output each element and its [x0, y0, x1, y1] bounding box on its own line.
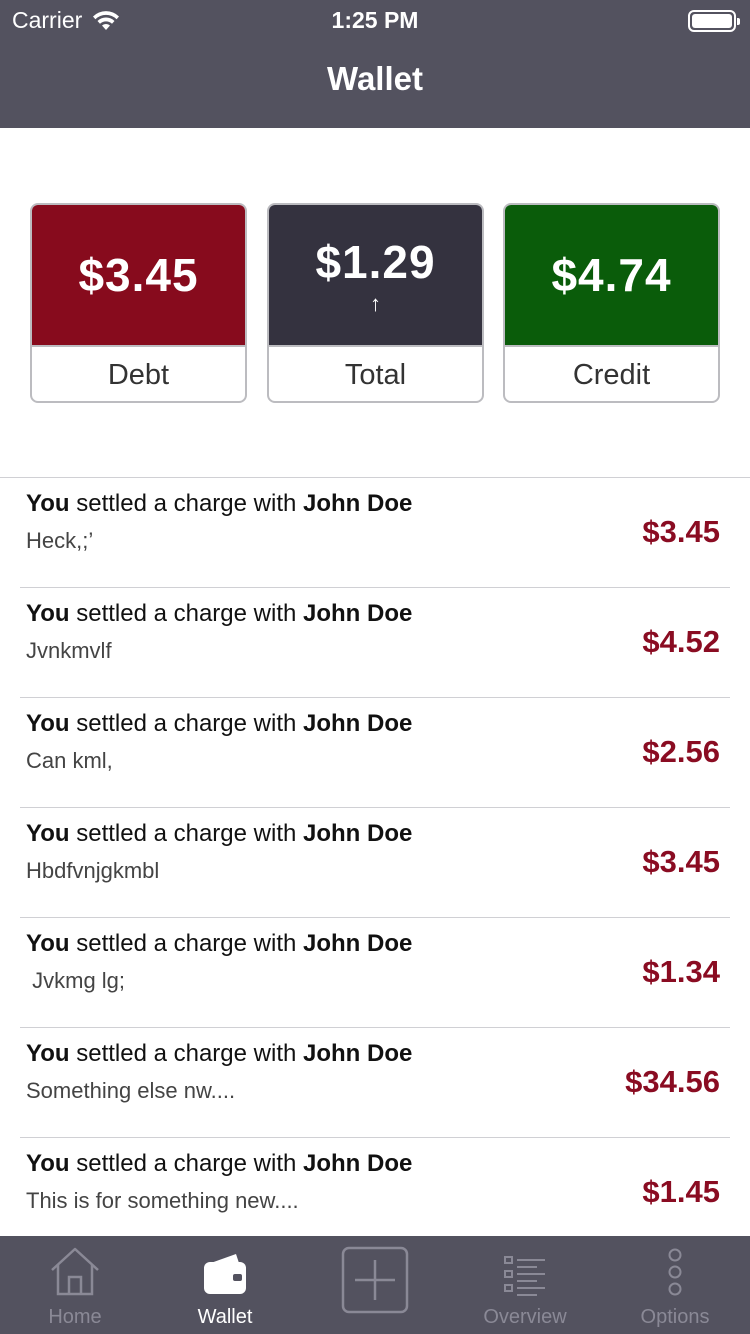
transaction-party: John Doe — [303, 490, 413, 517]
list-icon — [504, 1256, 545, 1296]
transaction-description: You settled a charge with John Doe — [26, 930, 412, 958]
transaction-note: Jvnkmvlf — [26, 638, 112, 663]
transaction-action: settled a charge with — [69, 930, 304, 957]
credit-amount: $4.74 — [551, 249, 672, 301]
transaction-party: John Doe — [303, 1150, 413, 1177]
summary-cards: $3.45 Debt $1.29 ↑ Total $4.74 Credit — [30, 203, 720, 403]
tab-bar: Home Wallet Overview Options — [0, 1236, 750, 1334]
home-icon — [51, 1247, 99, 1296]
transaction-amount: $2.56 — [642, 734, 720, 769]
transaction-description: You settled a charge with John Doe — [26, 820, 412, 848]
transaction-amount: $3.45 — [642, 514, 720, 549]
more-icon — [668, 1248, 682, 1296]
transaction-note: Jvkmg lg; — [26, 968, 126, 993]
transaction-amount: $4.52 — [642, 624, 720, 659]
transaction-actor: You — [26, 600, 70, 627]
battery-icon — [688, 10, 740, 32]
status-bar: Carrier 1:25 PM — [0, 0, 750, 40]
transaction-note: Hbdfvnjgkmbl — [26, 858, 160, 883]
list-item[interactable]: You settled a charge with John Doe Hbdfv… — [20, 808, 730, 918]
transaction-list: You settled a charge with John Doe Heck,… — [0, 477, 750, 1248]
transaction-note: Something else nw.... — [26, 1078, 236, 1103]
tab-home-label: Home — [48, 1306, 102, 1328]
transaction-actor: You — [26, 490, 70, 517]
transaction-action: settled a charge with — [69, 820, 304, 847]
page-title: Wallet — [327, 60, 423, 97]
transaction-party: John Doe — [303, 820, 413, 847]
status-time: 1:25 PM — [331, 7, 419, 33]
total-card[interactable]: $1.29 ↑ Total — [267, 203, 484, 403]
arrow-up-icon: ↑ — [370, 291, 381, 316]
transaction-party: John Doe — [303, 600, 413, 627]
transaction-actor: You — [26, 710, 70, 737]
list-item[interactable]: You settled a charge with John Doe Jvnkm… — [20, 588, 730, 698]
transaction-party: John Doe — [303, 1040, 413, 1067]
total-amount: $1.29 — [315, 236, 436, 288]
transaction-actor: You — [26, 1040, 70, 1067]
credit-amount-area: $4.74 — [505, 205, 718, 345]
transaction-amount: $1.34 — [642, 954, 720, 989]
transaction-actor: You — [26, 820, 70, 847]
transaction-actor: You — [26, 1150, 70, 1177]
list-item[interactable]: You settled a charge with John Doe This … — [20, 1138, 730, 1248]
transaction-amount: $1.45 — [642, 1174, 720, 1209]
transaction-action: settled a charge with — [69, 710, 304, 737]
debt-amount-area: $3.45 — [32, 205, 245, 345]
credit-label: Credit — [505, 345, 718, 401]
transaction-description: You settled a charge with John Doe — [26, 1040, 412, 1068]
transaction-note: Can kml, — [26, 748, 113, 773]
tab-options-label: Options — [640, 1306, 710, 1328]
transaction-amount: $34.56 — [625, 1064, 720, 1099]
transaction-note: Heck,;’ — [26, 528, 94, 553]
tab-options[interactable]: Options — [625, 1236, 725, 1334]
total-label: Total — [269, 345, 482, 401]
credit-card[interactable]: $4.74 Credit — [503, 203, 720, 403]
transaction-party: John Doe — [303, 930, 413, 957]
transaction-note: This is for something new.... — [26, 1188, 299, 1213]
transaction-actor: You — [26, 930, 70, 957]
transaction-action: settled a charge with — [69, 1040, 304, 1067]
transaction-action: settled a charge with — [69, 600, 304, 627]
transaction-description: You settled a charge with John Doe — [26, 1150, 412, 1178]
add-icon — [341, 1246, 409, 1314]
tab-overview-label: Overview — [483, 1306, 567, 1328]
list-item[interactable]: You settled a charge with John Doe Somet… — [20, 1028, 730, 1138]
transaction-description: You settled a charge with John Doe — [26, 490, 412, 518]
wallet-icon — [204, 1254, 246, 1294]
total-amount-area: $1.29 ↑ — [269, 205, 482, 345]
tab-overview[interactable]: Overview — [470, 1236, 580, 1334]
tab-home[interactable]: Home — [25, 1236, 125, 1334]
tab-add[interactable] — [325, 1236, 425, 1334]
tab-wallet[interactable]: Wallet — [175, 1236, 275, 1334]
transaction-amount: $3.45 — [642, 844, 720, 879]
transaction-description: You settled a charge with John Doe — [26, 710, 412, 738]
debt-label: Debt — [32, 345, 245, 401]
transaction-description: You settled a charge with John Doe — [26, 600, 412, 628]
debt-card[interactable]: $3.45 Debt — [30, 203, 247, 403]
transaction-party: John Doe — [303, 710, 413, 737]
list-item[interactable]: You settled a charge with John Doe Jvkmg… — [20, 918, 730, 1028]
debt-amount: $3.45 — [78, 249, 199, 301]
header-bar: Carrier 1:25 PM Wallet — [0, 0, 750, 128]
tab-wallet-label: Wallet — [197, 1306, 253, 1328]
transaction-action: settled a charge with — [69, 490, 304, 517]
list-item[interactable]: You settled a charge with John Doe Can k… — [20, 698, 730, 808]
transaction-action: settled a charge with — [69, 1150, 304, 1177]
list-item[interactable]: You settled a charge with John Doe Heck,… — [20, 478, 730, 588]
